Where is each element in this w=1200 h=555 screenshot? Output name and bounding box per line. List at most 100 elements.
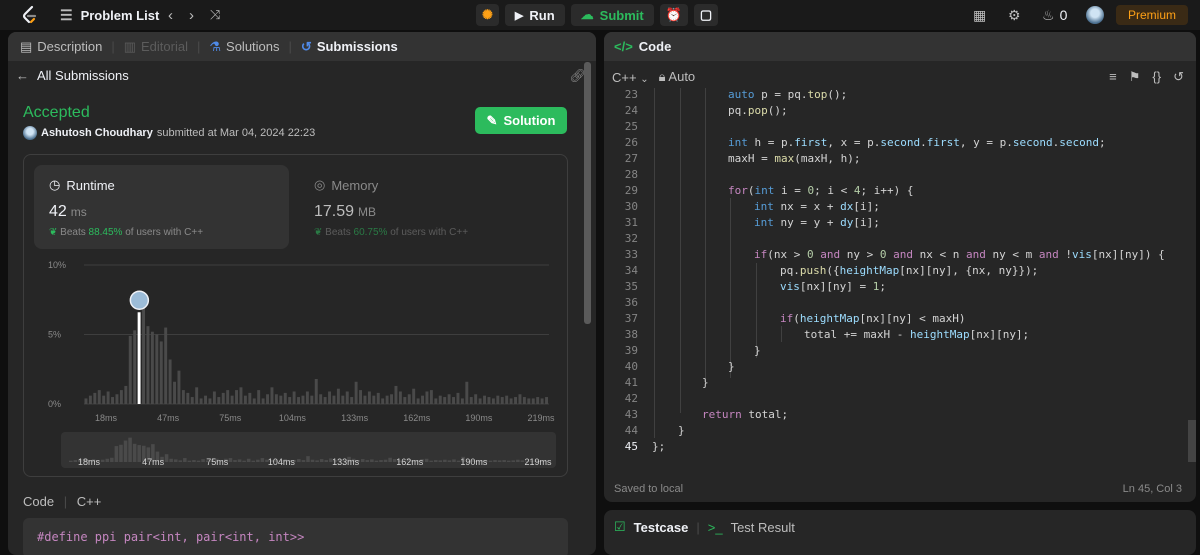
- left-scrollbar[interactable]: [584, 62, 591, 324]
- histogram-bar[interactable]: [84, 398, 88, 404]
- histogram-bar[interactable]: [212, 391, 216, 404]
- histogram-bar[interactable]: [536, 397, 540, 404]
- histogram-bar[interactable]: [403, 397, 407, 404]
- leetcode-logo-icon[interactable]: [20, 5, 40, 25]
- histogram-bar[interactable]: [522, 397, 526, 404]
- histogram-bar[interactable]: [106, 391, 110, 404]
- timer-button[interactable]: ⏰: [659, 4, 688, 26]
- histogram-bar[interactable]: [514, 397, 517, 404]
- histogram-bar[interactable]: [496, 395, 500, 404]
- code-editor[interactable]: 23 24 25 26 27 28 29 30 31 32 33 34 35 36 37 38 39 40 41 42…: [604, 88, 1196, 453]
- histogram-bar[interactable]: [500, 397, 504, 404]
- histogram-bar[interactable]: [204, 395, 207, 404]
- histogram-bar[interactable]: [274, 394, 278, 404]
- histogram-bar[interactable]: [292, 391, 296, 404]
- histogram-bar[interactable]: [363, 395, 367, 404]
- histogram-bar[interactable]: [252, 398, 256, 404]
- histogram-bar[interactable]: [288, 397, 292, 404]
- histogram-bar[interactable]: [390, 394, 393, 404]
- histogram-bar[interactable]: [540, 398, 544, 404]
- braces-icon[interactable]: {}: [1152, 69, 1161, 85]
- debug-button[interactable]: ✺: [476, 4, 499, 26]
- histogram-bar[interactable]: [465, 381, 469, 404]
- streak-counter[interactable]: ♨ 0: [1042, 0, 1067, 30]
- reset-icon[interactable]: ↺: [1173, 69, 1184, 85]
- histogram-bar[interactable]: [421, 395, 424, 404]
- histogram-bar[interactable]: [359, 390, 362, 404]
- histogram-bar[interactable]: [217, 397, 221, 404]
- histogram-bar[interactable]: [381, 398, 385, 404]
- tab-submissions[interactable]: ↺ Submissions: [301, 39, 398, 55]
- editor-scrollbar-thumb[interactable]: [1188, 420, 1196, 462]
- histogram-bar[interactable]: [416, 398, 420, 404]
- histogram-bar[interactable]: [509, 398, 513, 404]
- histogram-bar[interactable]: [93, 392, 97, 404]
- histogram-bar[interactable]: [328, 391, 331, 404]
- histogram-bar[interactable]: [190, 397, 194, 404]
- histogram-bar[interactable]: [487, 397, 491, 404]
- histogram-bar[interactable]: [518, 394, 522, 404]
- problem-list-button[interactable]: ☰ Problem List: [60, 0, 159, 30]
- histogram-bar[interactable]: [376, 392, 380, 404]
- layout-icon[interactable]: ▦: [973, 0, 986, 30]
- histogram-bar[interactable]: [243, 395, 247, 404]
- notes-button[interactable]: ▢: [693, 4, 719, 26]
- histogram-bar[interactable]: [146, 326, 150, 404]
- tab-test-result[interactable]: Test Result: [731, 520, 795, 535]
- histogram-bar[interactable]: [221, 392, 225, 404]
- author-name[interactable]: Ashutosh Choudhary: [41, 127, 153, 139]
- histogram-bar[interactable]: [438, 395, 442, 404]
- auto-mode[interactable]: 🔒︎ Auto: [659, 69, 696, 85]
- solution-button[interactable]: ✎ Solution: [475, 107, 567, 134]
- histogram-bar[interactable]: [398, 391, 402, 404]
- histogram-bar[interactable]: [425, 391, 429, 404]
- memory-stat[interactable]: ◎ Memory 17.59 MB ❦ Beats 60.75% of users…: [304, 165, 559, 249]
- shuffle-icon[interactable]: ⤨: [210, 7, 220, 23]
- histogram-bar[interactable]: [128, 335, 132, 404]
- all-submissions-link[interactable]: ← All Submissions: [16, 68, 129, 83]
- histogram-bar[interactable]: [367, 391, 371, 404]
- histogram-bar[interactable]: [186, 392, 190, 404]
- histogram-bar[interactable]: [177, 370, 181, 404]
- histogram-bar[interactable]: [545, 397, 548, 404]
- histogram-bar[interactable]: [447, 394, 451, 404]
- highlighted-bar[interactable]: [137, 312, 141, 404]
- histogram-bar[interactable]: [235, 390, 238, 404]
- histogram-bar[interactable]: [336, 388, 340, 404]
- histogram-bar[interactable]: [319, 394, 323, 404]
- code-tab-title[interactable]: Code: [639, 39, 672, 54]
- histogram-bar[interactable]: [88, 395, 92, 404]
- runtime-distribution-chart[interactable]: 10% 5% 0% 18ms 47ms 75ms 104ms 133ms 162ms 190ms 2…: [44, 256, 564, 426]
- settings-gear-icon[interactable]: ⚙: [1008, 0, 1021, 30]
- histogram-bar[interactable]: [429, 390, 433, 404]
- histogram-bar[interactable]: [142, 299, 145, 404]
- histogram-bar[interactable]: [332, 395, 336, 404]
- run-button[interactable]: ▶ Run: [504, 4, 565, 26]
- histogram-bar[interactable]: [266, 394, 269, 404]
- histogram-bar[interactable]: [226, 390, 230, 404]
- histogram-bar[interactable]: [407, 394, 411, 404]
- histogram-bar[interactable]: [181, 390, 185, 404]
- histogram-bar[interactable]: [173, 381, 176, 404]
- editor-scrollbar[interactable]: [1188, 88, 1196, 453]
- histogram-bar[interactable]: [248, 392, 252, 404]
- histogram-bar[interactable]: [452, 397, 455, 404]
- histogram-bar[interactable]: [199, 398, 203, 404]
- histogram-bar[interactable]: [527, 398, 531, 404]
- histogram-bar[interactable]: [283, 392, 287, 404]
- histogram-bar[interactable]: [478, 398, 482, 404]
- premium-button[interactable]: Premium: [1116, 5, 1188, 25]
- histogram-bar[interactable]: [434, 398, 438, 404]
- histogram-bar[interactable]: [102, 395, 106, 404]
- histogram-bar[interactable]: [168, 359, 172, 404]
- histogram-bar[interactable]: [314, 378, 318, 404]
- next-problem-icon[interactable]: ›: [189, 7, 194, 24]
- tab-description[interactable]: ▤ Description: [20, 39, 102, 55]
- histogram-bar[interactable]: [195, 387, 199, 404]
- histogram-bar[interactable]: [505, 395, 509, 404]
- submitted-code-preview[interactable]: #define ppi pair<int, pair<int, int>>: [23, 518, 568, 555]
- histogram-bar[interactable]: [261, 398, 265, 404]
- histogram-bar[interactable]: [119, 390, 123, 404]
- histogram-bar[interactable]: [97, 390, 101, 404]
- histogram-bar[interactable]: [279, 395, 283, 404]
